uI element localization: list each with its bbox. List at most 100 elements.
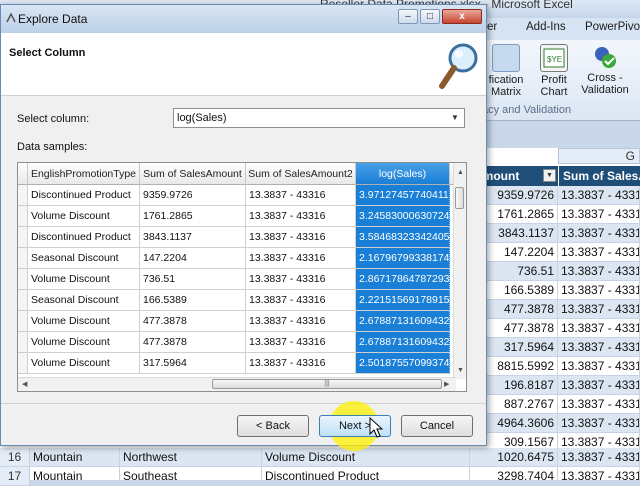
row-number[interactable]: 16 (0, 448, 30, 467)
grid-cell[interactable]: 2.16796799338174 (356, 248, 450, 269)
grid-cell[interactable]: 166.5389 (140, 290, 246, 311)
scroll-up-icon[interactable]: ▲ (457, 169, 464, 176)
grid-cell[interactable]: 317.5964 (140, 353, 246, 374)
grid-header-promotion-type[interactable]: EnglishPromotionType (28, 163, 140, 185)
column-select[interactable]: log(Sales) ▼ (173, 108, 465, 128)
area-cell[interactable]: Northwest (120, 448, 262, 467)
close-button[interactable]: x (442, 9, 482, 24)
amount-cell[interactable]: 1020.6475 (470, 448, 558, 467)
grid-row-header[interactable] (18, 248, 28, 269)
vertical-scroll-thumb[interactable] (455, 187, 464, 209)
grid-cell[interactable]: 2.50187557099374 (356, 353, 450, 374)
range-cell[interactable]: 13.3837 - 4331 (558, 281, 640, 300)
grid-header-sum-sales[interactable]: Sum of SalesAmount (140, 163, 246, 185)
region-cell[interactable]: Mountain (30, 448, 120, 467)
horizontal-scrollbar[interactable]: ◀ ||| ▶ (18, 377, 456, 391)
grid-cell[interactable]: 2.22151569178915 (356, 290, 450, 311)
grid-row[interactable]: Discontinued Product 9359.9726 13.3837 - 4… (18, 185, 458, 206)
grid-cell[interactable]: 13.3837 - 43316 (246, 332, 356, 353)
grid-cell[interactable]: Volume Discount (28, 311, 140, 332)
grid-cell[interactable]: 2.86717864787293 (356, 269, 450, 290)
range-cell[interactable]: 13.3837 - 4331 (558, 205, 640, 224)
grid-row[interactable]: Volume Discount 477.3878 13.3837 - 43316 2.… (18, 311, 458, 332)
horizontal-scroll-thumb[interactable]: ||| (212, 379, 442, 389)
grid-row[interactable]: Seasonal Discount 166.5389 13.3837 - 43316… (18, 290, 458, 311)
range-cell[interactable]: 13.3837 - 4331 (558, 224, 640, 243)
grid-cell[interactable]: Seasonal Discount (28, 248, 140, 269)
grid-cell[interactable]: 477.3878 (140, 311, 246, 332)
promotion-type-cell[interactable]: Discontinued Product (262, 467, 470, 486)
grid-row[interactable]: Volume Discount 477.3878 13.3837 - 43316 2.… (18, 332, 458, 353)
grid-row-header[interactable] (18, 227, 28, 248)
range-cell[interactable]: 13.3837 - 4331 (558, 414, 640, 433)
table-row[interactable]: 16 Mountain Northwest Volume Discount 1020.6… (0, 448, 640, 467)
grid-row-header[interactable] (18, 332, 28, 353)
grid-row-header[interactable] (18, 353, 28, 374)
data-samples-grid[interactable]: EnglishPromotionType Sum of SalesAmount … (17, 162, 467, 392)
grid-header-sum-sales-2[interactable]: Sum of SalesAmount2 (246, 163, 356, 185)
grid-cell[interactable]: Volume Discount (28, 353, 140, 374)
grid-row-header[interactable] (18, 206, 28, 227)
grid-row-header[interactable] (18, 311, 28, 332)
row-number[interactable]: 17 (0, 467, 30, 486)
grid-cell[interactable]: Volume Discount (28, 269, 140, 290)
range-cell[interactable]: 13.3837 - 4331 (558, 448, 640, 467)
range-cell[interactable]: 13.3837 - 4331 (558, 262, 640, 281)
range-cell[interactable]: 13.3837 - 4331 (558, 395, 640, 414)
back-button[interactable]: < Back (237, 415, 309, 437)
vertical-scrollbar[interactable]: ▲ ▼ (453, 163, 466, 379)
grid-header-log-sales[interactable]: log(Sales) (356, 163, 450, 185)
grid-row-header[interactable] (18, 290, 28, 311)
grid-cell[interactable]: Volume Discount (28, 206, 140, 227)
grid-row[interactable]: Discontinued Product 3843.1137 13.3837 - 4… (18, 227, 458, 248)
grid-cell[interactable]: 147.2204 (140, 248, 246, 269)
grid-cell[interactable]: 1761.2865 (140, 206, 246, 227)
table-header-sum-sales[interactable]: Sum of SalesA (558, 166, 640, 186)
grid-row[interactable]: Volume Discount 317.5964 13.3837 - 43316 2.… (18, 353, 458, 374)
scroll-left-icon[interactable]: ◀ (22, 380, 27, 388)
column-header-g[interactable]: G (558, 148, 640, 164)
table-row[interactable]: 17 Mountain Southeast Discontinued Product 3… (0, 467, 640, 486)
chevron-down-icon[interactable]: ▼ (448, 111, 462, 125)
maximize-button[interactable]: □ (420, 9, 440, 24)
grid-cell[interactable]: Seasonal Discount (28, 290, 140, 311)
area-cell[interactable]: Southeast (120, 467, 262, 486)
grid-cell[interactable]: 736.51 (140, 269, 246, 290)
cancel-button[interactable]: Cancel (401, 415, 473, 437)
tab-add-ins[interactable]: Add-Ins (526, 21, 566, 33)
dialog-titlebar[interactable]: Explore Data – □ x (1, 5, 486, 33)
grid-cell[interactable]: 13.3837 - 43316 (246, 227, 356, 248)
grid-cell[interactable]: 13.3837 - 43316 (246, 206, 356, 227)
range-cell[interactable]: 13.3837 - 4331 (558, 243, 640, 262)
range-cell[interactable]: 13.3837 - 4331 (558, 300, 640, 319)
grid-row[interactable]: Volume Discount 1761.2865 13.3837 - 43316 3… (18, 206, 458, 227)
grid-row-header[interactable] (18, 269, 28, 290)
amount-cell[interactable]: 3298.7404 (470, 467, 558, 486)
grid-cell[interactable]: 13.3837 - 43316 (246, 311, 356, 332)
grid-cell[interactable]: 13.3837 - 43316 (246, 353, 356, 374)
minimize-button[interactable]: – (398, 9, 418, 24)
grid-cell[interactable]: Volume Discount (28, 332, 140, 353)
range-cell[interactable]: 13.3837 - 4331 (558, 467, 640, 486)
promotion-type-cell[interactable]: Volume Discount (262, 448, 470, 467)
grid-row[interactable]: Volume Discount 736.51 13.3837 - 43316 2.86… (18, 269, 458, 290)
range-cell[interactable]: 13.3837 - 4331 (558, 186, 640, 205)
region-cell[interactable]: Mountain (30, 467, 120, 486)
profit-chart-button[interactable]: $YE Profit Chart (528, 42, 580, 104)
tab-er[interactable]: er (487, 21, 497, 33)
range-cell[interactable]: 13.3837 - 4331 (558, 376, 640, 395)
scroll-down-icon[interactable]: ▼ (457, 367, 464, 374)
grid-cell[interactable]: 3843.1137 (140, 227, 246, 248)
grid-cell[interactable]: Discontinued Product (28, 227, 140, 248)
grid-cell[interactable]: Discontinued Product (28, 185, 140, 206)
grid-cell[interactable]: 3.97127457740411 (356, 185, 450, 206)
grid-cell[interactable]: 477.3878 (140, 332, 246, 353)
grid-cell[interactable]: 3.58468323342405 (356, 227, 450, 248)
grid-cell[interactable]: 13.3837 - 43316 (246, 248, 356, 269)
grid-cell[interactable]: 2.67887131609432 (356, 311, 450, 332)
range-cell[interactable]: 13.3837 - 4331 (558, 338, 640, 357)
grid-cell[interactable]: 13.3837 - 43316 (246, 269, 356, 290)
grid-cell[interactable]: 2.67887131609432 (356, 332, 450, 353)
grid-row-header[interactable] (18, 185, 28, 206)
classification-matrix-button[interactable]: fication Matrix (480, 42, 532, 104)
